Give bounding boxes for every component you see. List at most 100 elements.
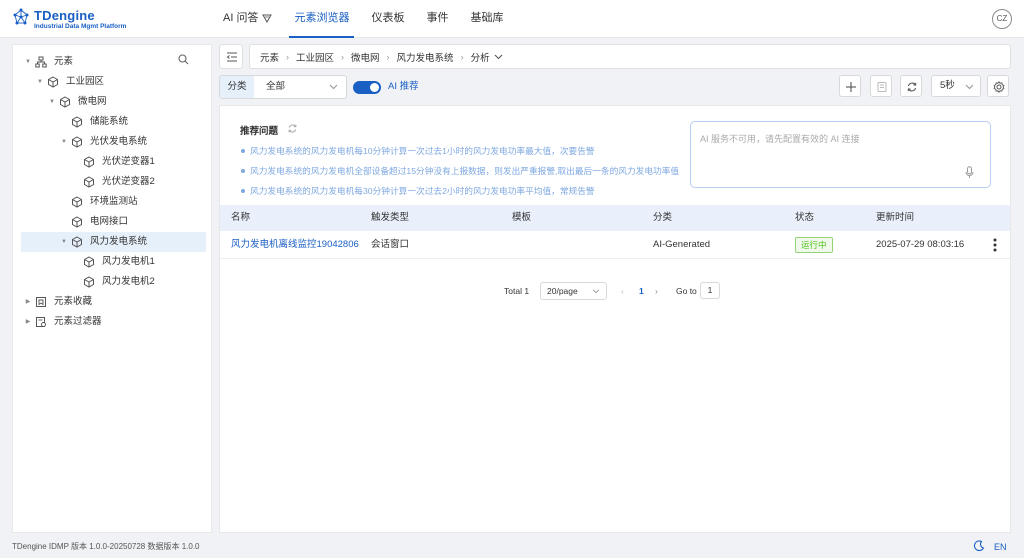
more-actions-icon[interactable]: [992, 238, 998, 252]
tree-node[interactable]: 风力发电机2: [13, 272, 211, 292]
tree-node[interactable]: 光伏逆变器2: [13, 172, 211, 192]
tree-node-label: 风力发电机2: [102, 276, 155, 287]
refresh-interval-select[interactable]: 5秒: [931, 75, 981, 97]
tree-node[interactable]: 环境监测站: [13, 192, 211, 212]
moon-icon[interactable]: [973, 540, 985, 552]
recommend-question[interactable]: 风力发电系统的风力发电机每30分钟计算一次过去2小时的风力发电功率平均值，常规告…: [240, 181, 680, 201]
microphone-icon[interactable]: [965, 166, 974, 179]
cube-icon: [83, 272, 95, 292]
prev-page-icon[interactable]: ‹: [621, 282, 624, 300]
caret-down-icon[interactable]: ▼: [59, 232, 69, 252]
settings-button[interactable]: [987, 75, 1009, 97]
tree-node[interactable]: 储能系统: [13, 112, 211, 132]
caret-down-icon[interactable]: ▼: [23, 52, 33, 72]
column-header[interactable]: 触发类型: [371, 205, 409, 231]
category-value: 全部: [266, 81, 286, 92]
updated-time-cell: 2025-07-29 08:03:16: [876, 239, 965, 250]
recommend-question[interactable]: 风力发电系统的风力发电机全部设备超过15分钟没有上报数据，则发出严重报警,取出最…: [240, 161, 680, 181]
chevron-down-icon[interactable]: [494, 54, 503, 60]
save-button[interactable]: [870, 75, 892, 97]
tree-node[interactable]: ▼ 风力发电系统: [21, 232, 206, 252]
breadcrumb-bar: 元素 › 工业园区 › 微电网 › 风力发电系统 › 分析: [219, 44, 1011, 69]
breadcrumb-item[interactable]: 工业园区: [296, 50, 334, 64]
recommend-title: 推荐问题: [240, 126, 279, 137]
save-icon: [877, 82, 887, 92]
cube-icon: [71, 192, 83, 212]
column-header[interactable]: 分类: [653, 205, 672, 231]
category-cell: AI-Generated: [653, 239, 711, 250]
breadcrumb-item[interactable]: 元素: [260, 50, 279, 64]
tree-node[interactable]: ▼ 工业园区: [13, 72, 211, 92]
next-page-icon[interactable]: ›: [655, 282, 658, 300]
page-number[interactable]: 1: [639, 282, 644, 300]
ai-sparkle-icon: [262, 14, 273, 23]
pagination-total: Total 1: [504, 286, 530, 296]
nav-dashboard[interactable]: 仪表板: [360, 0, 415, 38]
caret-right-icon[interactable]: ▶: [23, 292, 33, 312]
table-row[interactable]: 风力发电机离线监控19042806 会话窗口 AI-Generated 运行中 …: [220, 231, 1010, 259]
nav-library[interactable]: 基础库: [459, 0, 514, 38]
add-button[interactable]: [839, 75, 861, 97]
cube-icon: [83, 252, 95, 272]
breadcrumb-current[interactable]: 分析: [471, 50, 490, 64]
collapse-sidebar-button[interactable]: [219, 44, 243, 69]
footer: TDengine IDMP 版本 1.0.0-20250728 数据版本 1.0…: [0, 536, 1024, 558]
nav-events[interactable]: 事件: [415, 0, 459, 38]
column-header[interactable]: 更新时间: [876, 205, 914, 231]
column-header[interactable]: 名称: [231, 205, 250, 231]
plus-icon: [846, 82, 856, 92]
breadcrumb-item[interactable]: 风力发电系统: [397, 50, 454, 64]
tree-node[interactable]: ▶ 元素过滤器: [13, 312, 211, 332]
tree-node[interactable]: ▶ 元素收藏: [13, 292, 211, 312]
caret-down-icon[interactable]: ▼: [59, 132, 69, 152]
tree-node-label: 风力发电机1: [102, 256, 155, 267]
status-badge: 运行中: [795, 237, 833, 253]
nav-ai-qa[interactable]: AI 问答: [212, 0, 283, 38]
tree-node[interactable]: 电网接口: [13, 212, 211, 232]
tree-node[interactable]: 光伏逆变器1: [13, 152, 211, 172]
cube-icon: [71, 232, 83, 252]
table-header: 名称 触发类型 模板 分类 状态 更新时间: [220, 205, 1010, 231]
tree-node[interactable]: ▼ 元素: [13, 52, 211, 72]
tree-node[interactable]: ▼ 光伏发电系统: [13, 132, 211, 152]
chevron-down-icon: [965, 84, 974, 90]
tree-node-label: 光伏逆变器2: [102, 176, 155, 187]
refresh-interval-value: 5秒: [940, 80, 955, 91]
ai-recommend-toggle[interactable]: [353, 81, 381, 94]
cube-icon: [71, 112, 83, 132]
logo-title: TDengine: [34, 8, 95, 23]
breadcrumb-item[interactable]: 微电网: [351, 50, 380, 64]
tree-node-label: 工业园区: [66, 76, 105, 87]
refresh-recommend-icon[interactable]: [287, 123, 298, 134]
column-header[interactable]: 模板: [512, 205, 531, 231]
tree-node[interactable]: ▼ 微电网: [13, 92, 211, 112]
tree-node-label: 环境监测站: [90, 196, 138, 207]
chevron-down-icon: [329, 84, 338, 90]
caret-right-icon[interactable]: ▶: [23, 312, 33, 332]
user-avatar[interactable]: CZ: [992, 9, 1012, 29]
caret-down-icon[interactable]: ▼: [47, 92, 57, 112]
refresh-button[interactable]: [900, 75, 922, 97]
analysis-name-link[interactable]: 风力发电机离线监控19042806: [231, 231, 363, 259]
page-size-select[interactable]: 20/page: [540, 282, 607, 300]
app-logo[interactable]: TDengine Industrial Data Mgmt Platform: [12, 7, 152, 31]
tree-node[interactable]: 风力发电机1: [13, 252, 211, 272]
ai-question-input[interactable]: AI 服务不可用，请先配置有效的 AI 连接: [690, 121, 991, 188]
recommend-question[interactable]: 风力发电系统的风力发电机每10分钟计算一次过去1小时的风力发电功率最大值，次要告…: [240, 141, 680, 161]
cube-icon: [83, 172, 95, 192]
network-icon: [35, 52, 47, 72]
tree-node-label: 风力发电系统: [90, 236, 148, 247]
gear-icon: [993, 81, 1005, 93]
caret-down-icon[interactable]: ▼: [35, 72, 45, 92]
goto-page-input[interactable]: 1: [700, 282, 720, 299]
breadcrumb-separator-icon: ›: [286, 51, 290, 62]
category-select[interactable]: 分类 全部: [219, 75, 347, 99]
menu-fold-icon: [226, 52, 237, 62]
version-info: TDengine IDMP 版本 1.0.0-20250728 数据版本 1.0…: [12, 542, 200, 551]
nav-element-browser[interactable]: 元素浏览器: [283, 0, 360, 38]
nav-events-label: 事件: [426, 12, 449, 24]
column-header[interactable]: 状态: [795, 205, 814, 231]
language-switch[interactable]: EN: [994, 536, 1007, 558]
cube-icon: [59, 92, 71, 112]
page-size-value: 20/page: [547, 286, 578, 296]
